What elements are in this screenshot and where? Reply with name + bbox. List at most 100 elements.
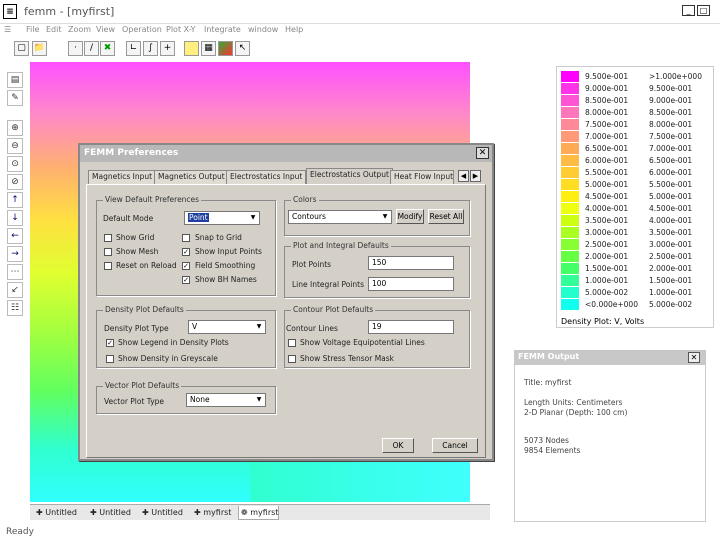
maximize-icon[interactable]: □	[697, 5, 710, 16]
field-smoothing-checkbox[interactable]: ✓	[182, 262, 190, 270]
select-arrow-icon[interactable]: ↖	[235, 41, 250, 56]
legend-high-value: 6.000e-001	[649, 168, 693, 177]
show-bh-names-label: Show BH Names	[195, 275, 257, 284]
doc-tab-untitled-3[interactable]: ✚ Untitled	[140, 506, 183, 520]
tab-electrostatics-output[interactable]: Electrostatics Output	[306, 168, 393, 184]
menu-view[interactable]: View	[96, 25, 115, 34]
menu-edit[interactable]: Edit	[46, 25, 62, 34]
density-plot-icon[interactable]	[184, 41, 199, 56]
group-title: Plot and Integral Defaults	[291, 241, 391, 250]
legend-swatch	[561, 287, 579, 298]
tab-magnetics-output[interactable]: Magnetics Output	[154, 170, 229, 184]
zoom-in-icon[interactable]: ⊕	[7, 120, 23, 136]
plot-xy-icon[interactable]: ∟	[126, 41, 141, 56]
legend-high-value: 1.000e-001	[649, 288, 693, 297]
legend-low-value: 6.000e-001	[585, 156, 629, 165]
contour-lines-input[interactable]: 19	[368, 320, 454, 334]
legend-low-value: 8.500e-001	[585, 96, 629, 105]
zoom-window-icon[interactable]: ⊘	[7, 174, 23, 190]
point-mode-icon[interactable]: ·	[68, 41, 83, 56]
femm-app-icon[interactable]: ≡	[3, 4, 17, 19]
area-mode-icon[interactable]: ✖	[100, 41, 115, 56]
menu-help[interactable]: Help	[285, 25, 303, 34]
doc-tab-myfirst-2[interactable]: ❁ myfirst	[238, 506, 280, 520]
doc-tab-untitled-2[interactable]: ✚ Untitled	[88, 506, 131, 520]
new-file-icon[interactable]: ▢	[14, 41, 29, 56]
pan-down-icon[interactable]: ↓	[7, 210, 23, 226]
snap-icon[interactable]: ↙	[7, 282, 23, 298]
dialog-close-icon[interactable]: ✕	[476, 147, 489, 159]
chevron-down-icon: ▼	[250, 214, 256, 221]
line-integral-points-input[interactable]: 100	[368, 277, 454, 291]
vector-plot-type-label: Vector Plot Type	[104, 397, 165, 406]
density-plot-type-select[interactable]: V ▼	[188, 320, 266, 334]
reset-all-button[interactable]: Reset All	[428, 209, 464, 224]
legend-low-value: 7.000e-001	[585, 132, 629, 141]
show-legend-checkbox[interactable]: ✓	[106, 339, 114, 347]
doc-menu-icon[interactable]: ☰	[4, 25, 11, 34]
doc-tab-untitled-1[interactable]: ✚ Untitled	[34, 506, 77, 520]
pan-right-icon[interactable]: →	[7, 246, 23, 262]
cancel-button[interactable]: Cancel	[432, 438, 478, 453]
stress-tensor-checkbox[interactable]	[288, 355, 296, 363]
menu-operation[interactable]: Operation	[122, 25, 162, 34]
color-plot-icon[interactable]	[218, 41, 233, 56]
tab-scroll-right-icon[interactable]: ▶	[470, 170, 481, 182]
reset-on-reload-checkbox[interactable]	[104, 262, 112, 270]
greyscale-checkbox[interactable]	[106, 355, 114, 363]
pan-up-icon[interactable]: ↑	[7, 192, 23, 208]
legend-row: 8.000e-001 8.500e-001	[561, 107, 711, 118]
show-input-points-label: Show Input Points	[195, 247, 262, 256]
show-bh-names-checkbox[interactable]: ✓	[182, 276, 190, 284]
legend-low-value: <0.000e+000	[585, 300, 638, 309]
tab-electrostatics-input[interactable]: Electrostatics Input	[226, 170, 307, 184]
crosshair-icon[interactable]: +	[160, 41, 175, 56]
legend-swatch	[561, 95, 579, 106]
legend-row: 3.500e-001 4.000e-001	[561, 215, 711, 226]
side-toolbar: ▤ ✎ ⊕ ⊖ ⊙ ⊘ ↑ ↓ ← → ⋯ ↙ ☷	[4, 70, 26, 316]
show-grid-checkbox[interactable]	[104, 234, 112, 242]
grid-icon[interactable]: ⋯	[7, 264, 23, 280]
grid-settings-icon[interactable]: ☷	[7, 300, 23, 316]
legend-swatch	[561, 191, 579, 202]
ok-button[interactable]: OK	[382, 438, 414, 453]
plot-points-input[interactable]: 150	[368, 256, 454, 270]
menu-plot-xy[interactable]: Plot X-Y	[166, 25, 196, 34]
default-mode-label: Default Mode	[103, 214, 154, 223]
equipotential-checkbox[interactable]	[288, 339, 296, 347]
snap-to-grid-checkbox[interactable]	[182, 234, 190, 242]
zoom-out-icon[interactable]: ⊖	[7, 138, 23, 154]
show-input-points-checkbox[interactable]: ✓	[182, 248, 190, 256]
legend-low-value: 9.500e-001	[585, 72, 629, 81]
menu-file[interactable]: File	[26, 25, 39, 34]
minimize-icon[interactable]: _	[682, 5, 695, 16]
mesh-toggle-icon[interactable]: ▦	[201, 41, 216, 56]
modify-button[interactable]: Modify	[396, 209, 424, 224]
tab-heat-flow-input[interactable]: Heat Flow Input	[390, 170, 454, 184]
legend-swatch	[561, 83, 579, 94]
notes-icon[interactable]: ▤	[7, 72, 23, 88]
default-mode-select[interactable]: Point ▼	[184, 211, 260, 225]
menu-zoom[interactable]: Zoom	[68, 25, 91, 34]
edit-props-icon[interactable]: ✎	[7, 90, 23, 106]
pan-left-icon[interactable]: ←	[7, 228, 23, 244]
legend-high-value: 1.500e-001	[649, 276, 693, 285]
menu-integrate[interactable]: Integrate	[204, 25, 241, 34]
stress-tensor-label: Show Stress Tensor Mask	[300, 354, 395, 363]
chevron-down-icon: ▼	[256, 323, 262, 330]
output-close-icon[interactable]: ✕	[688, 352, 700, 363]
doc-tab-myfirst-1[interactable]: ✚ myfirst	[192, 506, 231, 520]
legend-swatch	[561, 203, 579, 214]
color-item-select[interactable]: Contours ▼	[288, 210, 392, 224]
zoom-fit-icon[interactable]: ⊙	[7, 156, 23, 172]
contour-mode-icon[interactable]: /	[84, 41, 99, 56]
vector-plot-type-select[interactable]: None ▼	[186, 393, 266, 407]
tab-scroll-left-icon[interactable]: ◀	[458, 170, 469, 182]
color-item-value: Contours	[292, 212, 326, 221]
integrate-icon[interactable]: ∫	[143, 41, 158, 56]
tab-magnetics-input[interactable]: Magnetics Input	[88, 170, 157, 184]
show-mesh-checkbox[interactable]	[104, 248, 112, 256]
open-folder-icon[interactable]: 📁	[32, 41, 47, 56]
menu-window[interactable]: window	[248, 25, 278, 34]
legend-row: 2.500e-001 3.000e-001	[561, 239, 711, 250]
